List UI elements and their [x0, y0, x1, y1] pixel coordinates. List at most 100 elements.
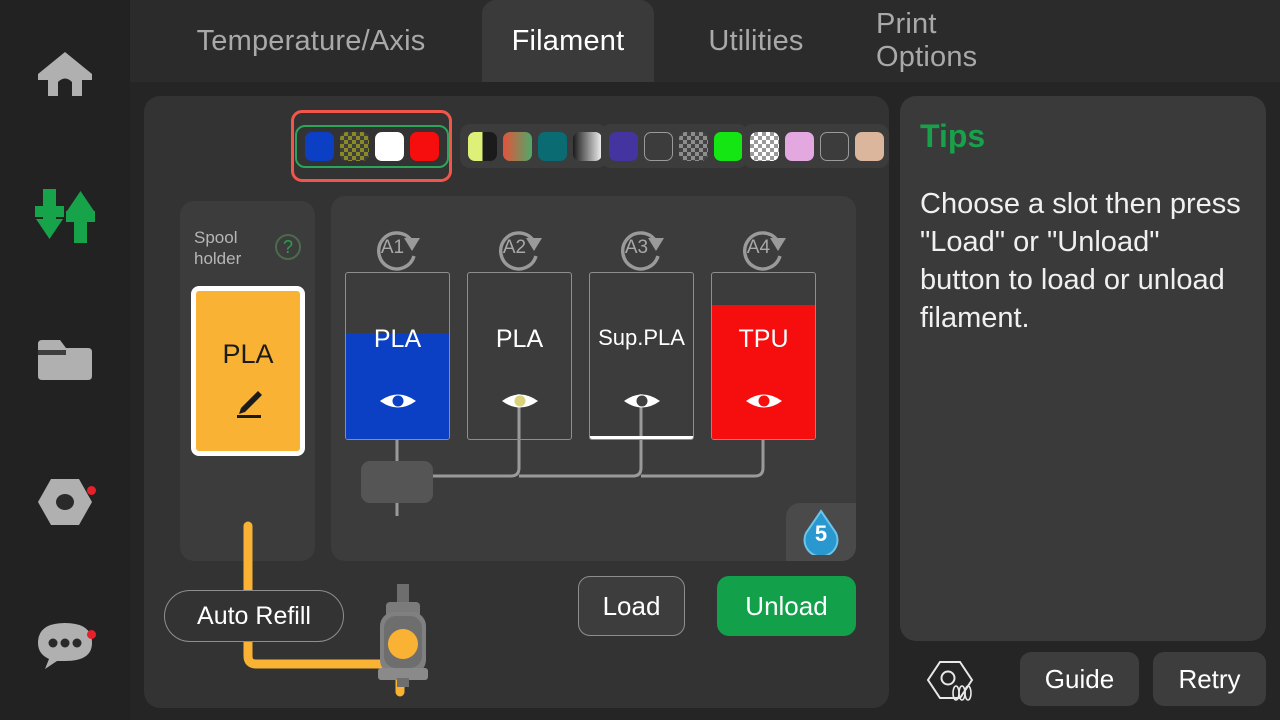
- retry-button[interactable]: Retry: [1153, 652, 1266, 706]
- ams-slot-A2[interactable]: A2 PLA: [467, 226, 572, 440]
- slot-id-A4: A4: [746, 237, 771, 258]
- slot-head-A3[interactable]: A3: [589, 226, 694, 272]
- slot-box-A3[interactable]: Sup.PLA: [589, 272, 694, 440]
- load-button[interactable]: Load: [578, 576, 685, 636]
- sidebar-item-home[interactable]: [0, 28, 130, 124]
- tab-label: Utilities: [708, 24, 804, 57]
- slot-head-A2[interactable]: A2: [467, 226, 572, 272]
- help-glyph: ?: [282, 236, 293, 257]
- slot-box-A1[interactable]: PLA: [345, 272, 450, 440]
- tab-label: Print Options: [876, 8, 978, 73]
- auto-refill-label: Auto Refill: [197, 601, 311, 630]
- ams-card: Spool holder ? PLA A1 PLA A2 PLA A3 Sup.…: [144, 96, 889, 708]
- settings-notification-badge: [87, 486, 96, 495]
- bottom-right-controls: Guide Retry: [900, 652, 1266, 712]
- sidebar: [0, 0, 130, 720]
- eye-icon[interactable]: [346, 390, 449, 417]
- eye-icon[interactable]: [590, 390, 693, 417]
- swatch-4-3[interactable]: [820, 131, 849, 161]
- ams-hub: [361, 461, 433, 503]
- water-drop-icon: 5: [800, 509, 842, 555]
- tab-label: Temperature/Axis: [196, 24, 426, 57]
- swatch-2-2[interactable]: [503, 131, 532, 161]
- folder-icon: [36, 338, 94, 387]
- tab-filament[interactable]: Filament: [482, 0, 654, 82]
- tab-bar: Temperature/Axis Filament Utilities Prin…: [130, 0, 1280, 82]
- filament-panel: Spool holder ? PLA A1 PLA A2 PLA A3 Sup.…: [130, 82, 1280, 720]
- ams-slots-panel: A1 PLA A2 PLA A3 Sup.PLA A4 TPU 5: [331, 196, 856, 561]
- ams-unit-3[interactable]: [601, 124, 748, 168]
- sidebar-item-settings[interactable]: [0, 456, 130, 552]
- sliders-icon: [34, 187, 96, 250]
- tips-card: Tips Choose a slot then press "Load" or …: [900, 96, 1266, 641]
- ams-slot-A1[interactable]: A1 PLA: [345, 226, 450, 440]
- swatch-4-4[interactable]: [855, 131, 884, 161]
- ams-slot-A4[interactable]: A4 TPU: [711, 226, 816, 440]
- slot-material-A3: Sup.PLA: [598, 325, 685, 350]
- slot-material-A2: PLA: [495, 325, 544, 353]
- guide-label: Guide: [1044, 663, 1115, 694]
- sidebar-item-messages[interactable]: [0, 600, 130, 696]
- swatch-1-4[interactable]: [409, 131, 439, 161]
- unload-button[interactable]: Unload: [717, 576, 856, 636]
- slot-box-A2[interactable]: PLA: [467, 272, 572, 440]
- tab-print-options[interactable]: Print Options: [854, 0, 1064, 82]
- spool-holder-slot[interactable]: PLA: [191, 286, 305, 456]
- ams-slot-A3[interactable]: A3 Sup.PLA: [589, 226, 694, 440]
- spool-holder-label: Spool holder: [194, 228, 242, 268]
- tab-utilities[interactable]: Utilities: [686, 0, 826, 82]
- tab-label: Filament: [511, 24, 625, 57]
- swatch-3-2[interactable]: [644, 131, 673, 161]
- eye-icon[interactable]: [468, 390, 571, 417]
- swatch-1-2[interactable]: [339, 131, 369, 161]
- swatch-4-2[interactable]: [785, 131, 814, 161]
- load-label: Load: [602, 590, 661, 621]
- swatch-3-3[interactable]: [679, 131, 708, 161]
- swatch-1-1[interactable]: [304, 131, 334, 161]
- swatch-3-1[interactable]: [609, 131, 638, 161]
- eye-icon[interactable]: [712, 390, 815, 417]
- spool-material-label: PLA: [222, 339, 274, 369]
- swatch-3-4[interactable]: [714, 131, 743, 161]
- slot-id-A1: A1: [380, 237, 405, 258]
- slot-box-A4[interactable]: TPU: [711, 272, 816, 440]
- unload-label: Unload: [745, 590, 828, 621]
- ams-unit-1-highlight: [294, 124, 449, 168]
- ams-unit-2[interactable]: [460, 124, 607, 168]
- swatch-4-1[interactable]: [750, 131, 779, 161]
- spool-holder-panel: Spool holder ? PLA: [180, 201, 315, 561]
- nut-icon: [36, 477, 94, 532]
- ams-unit-1[interactable]: [291, 110, 452, 182]
- tips-title: Tips: [920, 118, 986, 154]
- guide-button[interactable]: Guide: [1020, 652, 1139, 706]
- slot-material-A1: PLA: [373, 325, 422, 353]
- auto-refill-button[interactable]: Auto Refill: [164, 590, 344, 642]
- messages-notification-badge: [87, 630, 96, 639]
- slot-id-A3: A3: [624, 237, 649, 258]
- pencil-icon[interactable]: [231, 388, 265, 425]
- swatch-1-3[interactable]: [374, 131, 404, 161]
- help-icon[interactable]: ?: [275, 234, 301, 260]
- main-area: Temperature/Axis Filament Utilities Prin…: [130, 0, 1280, 720]
- extruder-icon: [372, 584, 434, 694]
- swatch-2-4[interactable]: [573, 131, 602, 161]
- tab-temperature-axis[interactable]: Temperature/Axis: [190, 0, 432, 82]
- sidebar-item-files[interactable]: [0, 314, 130, 410]
- swatch-2-1[interactable]: [468, 131, 497, 161]
- retry-label: Retry: [1178, 663, 1241, 694]
- humidity-value: 5: [814, 521, 828, 546]
- nozzle-spool-icon[interactable]: [926, 658, 980, 709]
- swatch-2-3[interactable]: [538, 131, 567, 161]
- chat-bubble-icon: [35, 621, 95, 676]
- ams-unit-4[interactable]: [742, 124, 889, 168]
- humidity-indicator[interactable]: 5: [786, 503, 856, 561]
- app-root: Temperature/Axis Filament Utilities Prin…: [0, 0, 1280, 720]
- slot-head-A4[interactable]: A4: [711, 226, 816, 272]
- sidebar-item-control[interactable]: [0, 170, 130, 266]
- slot-head-A1[interactable]: A1: [345, 226, 450, 272]
- tips-body: Choose a slot then press "Load" or "Unlo…: [920, 188, 1241, 334]
- slot-id-A2: A2: [502, 237, 527, 258]
- home-icon: [36, 50, 94, 103]
- slot-material-A4: TPU: [738, 325, 789, 353]
- ams-unit-selector: [144, 96, 889, 186]
